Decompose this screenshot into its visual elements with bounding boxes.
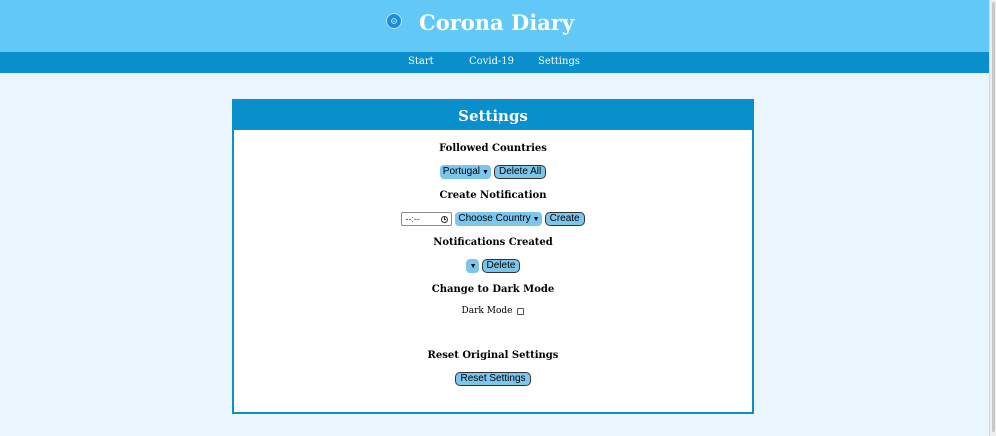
- chevron-down-icon: ▼: [482, 168, 489, 176]
- settings-card-header: Settings: [234, 101, 752, 130]
- reset-settings-button[interactable]: Reset Settings: [455, 372, 531, 386]
- dark-mode-checkbox[interactable]: [517, 307, 525, 315]
- app-header: Corona Diary: [0, 0, 990, 52]
- mouse-cursor-icon: ↑: [496, 117, 504, 127]
- nav-item-start[interactable]: Start: [408, 56, 434, 67]
- reset-settings-row: Reset Settings: [234, 372, 752, 386]
- reset-settings-heading: Reset Original Settings: [427, 350, 559, 361]
- nav-item-settings[interactable]: Settings: [538, 56, 580, 67]
- notifications-created-row: ▼ Delete: [234, 259, 752, 273]
- create-notification-heading: Create Notification: [439, 190, 547, 201]
- page: Corona Diary Start Covid-19 Settings Set…: [0, 0, 996, 436]
- app-title: Corona Diary: [419, 10, 575, 35]
- notifications-created-heading: Notifications Created: [433, 237, 553, 248]
- dark-mode-label: Dark Mode: [461, 306, 513, 316]
- coronavirus-logo-icon: [386, 13, 402, 29]
- delete-notification-button[interactable]: Delete: [481, 259, 521, 273]
- notification-country-value: Choose Country: [458, 213, 531, 224]
- chevron-down-icon: ▼: [469, 262, 477, 270]
- chevron-down-icon: ▼: [532, 215, 540, 223]
- dark-mode-row: Dark Mode: [234, 306, 752, 316]
- settings-card: Settings Followed Countries Portugal ▼ D…: [232, 99, 754, 414]
- time-input-value: --:--: [405, 214, 420, 224]
- followed-countries-heading: Followed Countries: [439, 143, 547, 154]
- create-notification-button[interactable]: Create: [544, 212, 585, 226]
- create-notification-row: --:-- Choose Country ▼ Create: [234, 212, 752, 226]
- notifications-created-select[interactable]: ▼: [465, 259, 479, 273]
- followed-country-value: Portugal: [442, 166, 481, 177]
- scrollbar[interactable]: [989, 0, 996, 436]
- scrollbar-thumb[interactable]: [992, 2, 995, 432]
- notification-time-input[interactable]: --:--: [401, 212, 453, 226]
- delete-all-button[interactable]: Delete All: [493, 165, 547, 179]
- notification-country-select[interactable]: Choose Country ▼: [455, 212, 542, 226]
- followed-country-select[interactable]: Portugal ▼: [439, 165, 491, 179]
- clock-icon[interactable]: [441, 215, 449, 223]
- main-nav: Start Covid-19 Settings: [0, 52, 990, 73]
- followed-countries-row: Portugal ▼ Delete All: [234, 165, 752, 179]
- dark-mode-heading: Change to Dark Mode: [431, 284, 555, 295]
- settings-title: Settings: [458, 106, 528, 125]
- nav-item-covid-19[interactable]: Covid-19: [469, 56, 514, 67]
